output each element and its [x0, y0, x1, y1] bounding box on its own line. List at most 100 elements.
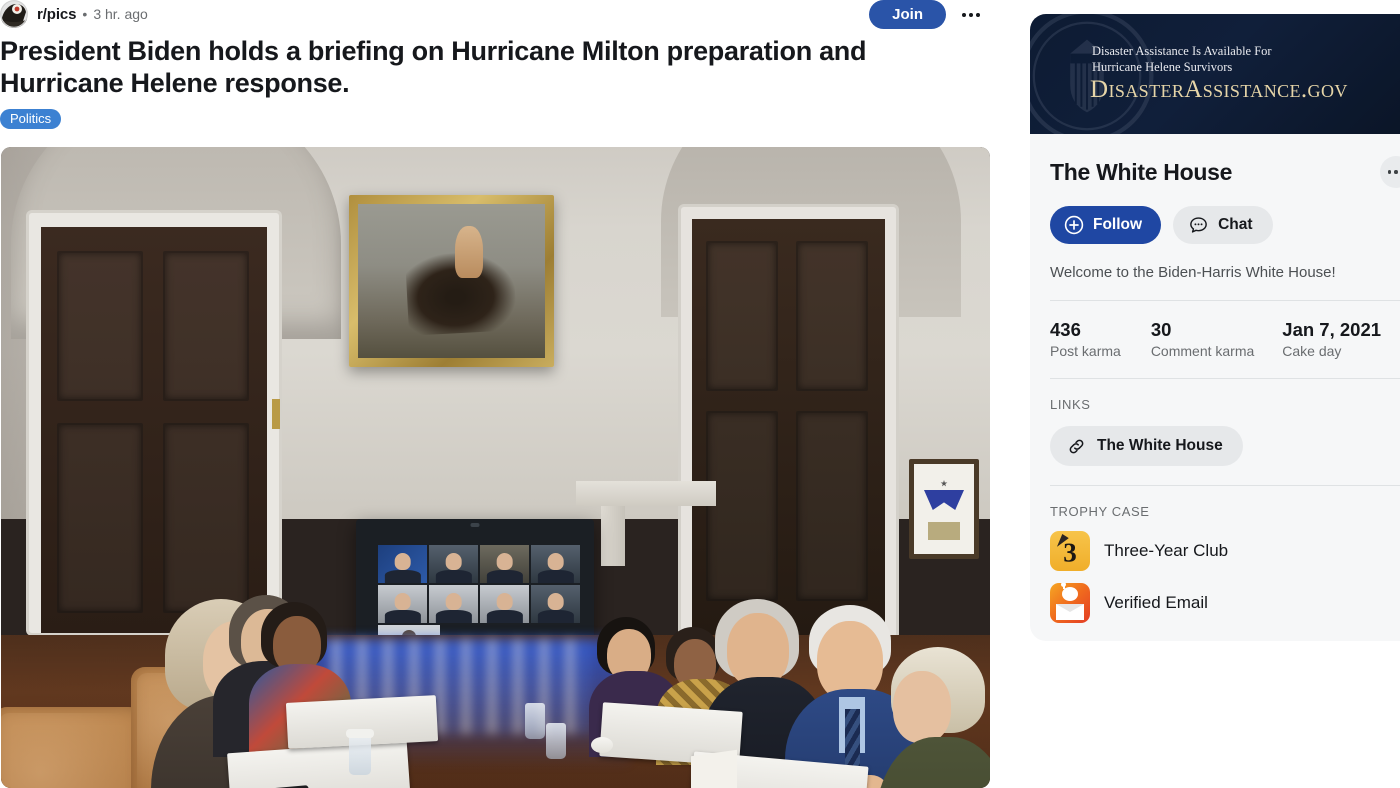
community-sidebar: Disaster Assistance Is Available For Hur…	[1030, 14, 1400, 641]
verified-email-trophy-icon	[1050, 583, 1090, 623]
community-description: Welcome to the Biden-Harris White House!	[1050, 264, 1336, 281]
dot-icon	[961, 12, 966, 17]
chat-label: Chat	[1218, 216, 1253, 233]
doorway-left	[29, 213, 280, 633]
trophy-badge-number: 3	[1063, 537, 1077, 568]
sidebar-overflow-button[interactable]	[1380, 156, 1400, 188]
doorway-right	[681, 207, 896, 637]
links-heading: LINKS	[1050, 397, 1091, 412]
dot-icon	[1387, 170, 1392, 174]
banner-line-1: Disaster Assistance Is Available For	[1092, 44, 1272, 58]
join-button[interactable]: Join	[869, 0, 946, 29]
three-year-trophy-icon: 3	[1050, 531, 1090, 571]
subreddit-avatar[interactable]	[0, 0, 28, 28]
door-hinge	[272, 399, 280, 429]
plus-circle-icon	[1064, 215, 1084, 235]
rider-figure	[455, 225, 484, 278]
door-panel	[163, 423, 249, 613]
follow-button[interactable]: Follow	[1050, 206, 1162, 244]
face	[727, 613, 789, 687]
roosevelt-room-photo	[1, 147, 990, 788]
stat-label: Post karma	[1050, 343, 1121, 359]
post-title: President Biden holds a briefing on Hurr…	[0, 36, 867, 98]
trophy-case-heading: TROPHY CASE	[1050, 504, 1150, 519]
stat-value: 436	[1050, 319, 1081, 340]
painting-canvas	[358, 204, 545, 358]
post-column: r/pics • 3 hr. ago Join President Biden …	[0, 0, 992, 788]
door-panel	[163, 251, 249, 401]
trophy-three-year-club[interactable]: 3 Three-Year Club	[1030, 519, 1400, 571]
door-panel	[57, 423, 143, 613]
participant-tile	[429, 585, 478, 623]
participant-tile	[531, 585, 580, 623]
follow-label: Follow	[1093, 216, 1143, 233]
participant-tile	[480, 585, 529, 623]
water-glass	[546, 723, 566, 759]
post-header: r/pics • 3 hr. ago Join	[0, 0, 992, 29]
banner-line-2: Hurricane Helene Survivors	[1092, 59, 1233, 74]
stat-cake-day: Jan 7, 2021 Cake day	[1282, 319, 1381, 359]
reddit-post-page: r/pics • 3 hr. ago Join President Biden …	[0, 0, 1400, 788]
community-name: The White House	[1050, 158, 1233, 185]
mantel-shelf	[576, 481, 716, 506]
framed-medal-display	[909, 459, 979, 559]
community-title-row: The White House	[1050, 134, 1400, 188]
banner-wordmark: DisasterAssistance.gov	[1090, 76, 1348, 103]
wooden-door-right	[692, 219, 885, 637]
trophy-label: Verified Email	[1104, 593, 1208, 612]
wooden-door-left	[41, 227, 267, 633]
water-glass	[525, 703, 545, 739]
separator: •	[82, 6, 88, 22]
post-image[interactable]	[1, 147, 990, 788]
mantel-leg	[601, 506, 625, 566]
chat-bubble-icon	[1190, 216, 1207, 233]
door-panel	[706, 241, 778, 391]
dot-icon	[976, 12, 981, 17]
action-buttons: Follow Chat	[1050, 206, 1400, 244]
post-age: 3 hr. ago	[93, 6, 148, 22]
door-panel	[796, 241, 868, 391]
equestrian-painting	[349, 195, 554, 367]
chat-button[interactable]: Chat	[1173, 206, 1273, 244]
community-stats: 436 Post karma 30 Comment karma Jan 7, 2…	[1030, 301, 1400, 359]
trophy-verified-email[interactable]: Verified Email	[1030, 571, 1400, 623]
trophy-label: Three-Year Club	[1104, 541, 1229, 560]
stat-post-karma: 436 Post karma	[1050, 319, 1121, 359]
dot-icon	[1394, 170, 1398, 174]
participant-tile	[531, 545, 580, 583]
banner-subtext: Disaster Assistance Is Available For Hur…	[1092, 44, 1272, 75]
stat-label: Comment karma	[1150, 343, 1255, 359]
participant-tile	[480, 545, 529, 583]
link-icon	[1069, 439, 1084, 453]
cup-lid	[591, 737, 613, 753]
face	[893, 671, 951, 743]
leather-chair	[1, 707, 143, 788]
medal-ribbon	[924, 490, 964, 510]
stat-value: 30	[1150, 319, 1172, 340]
water-glass	[349, 735, 371, 775]
snoo-head	[1062, 587, 1078, 601]
olive-blazer	[875, 737, 990, 788]
dot-icon	[969, 12, 973, 17]
stat-comment-karma: 30 Comment karma	[1151, 319, 1254, 359]
stat-value: Jan 7, 2021	[1282, 319, 1382, 340]
sidebar-link-the-white-house[interactable]: The White House	[1050, 426, 1243, 466]
glass-lid	[346, 729, 374, 738]
participant-tile	[378, 545, 427, 583]
envelope-shape	[1056, 604, 1084, 620]
necktie	[845, 709, 860, 767]
participant-grid	[378, 545, 580, 623]
person-olive-blazer	[875, 647, 990, 788]
post-overflow-button[interactable]	[955, 0, 987, 29]
participant-tile	[378, 585, 427, 623]
post-flair-politics[interactable]: Politics	[0, 108, 62, 129]
medal-plaque	[928, 522, 960, 540]
subreddit-name[interactable]: r/pics	[37, 6, 77, 23]
door-panel	[57, 251, 143, 401]
name-placard	[691, 749, 737, 788]
link-label: The White House	[1097, 437, 1223, 454]
medal-star-icon	[940, 480, 948, 487]
door-panel	[706, 411, 778, 601]
community-banner: Disaster Assistance Is Available For Hur…	[1030, 14, 1400, 134]
sidebar-head: The White House Follow Chat Welcome to t…	[1030, 134, 1400, 281]
